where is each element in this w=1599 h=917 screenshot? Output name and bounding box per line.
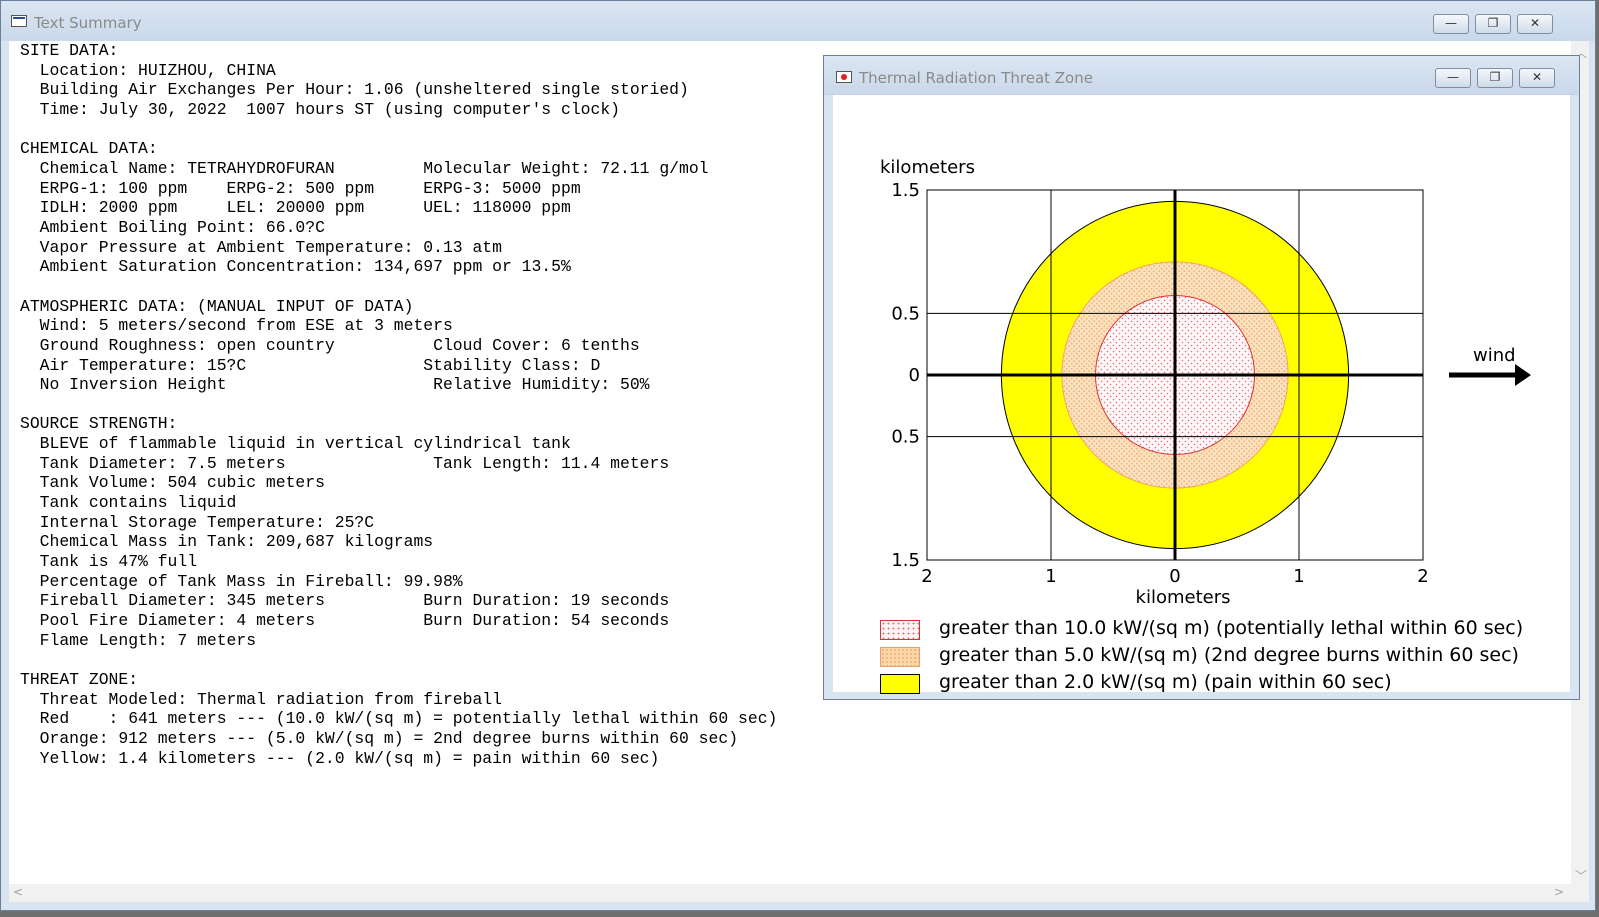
summary-line: SITE DATA: xyxy=(20,41,119,60)
threat-zone-window: Thermal Radiation Threat Zone — ❐ ✕ kilo… xyxy=(823,55,1580,700)
threat-close-button[interactable]: ✕ xyxy=(1519,68,1555,88)
title-bar[interactable]: Text Summary — ❐ ✕ xyxy=(1,1,1595,41)
summary-line: Tank Volume: 504 cubic meters xyxy=(20,473,325,493)
legend-label-red: greater than 10.0 kW/(sq m) (potentially… xyxy=(939,617,1524,639)
summary-line: Ground Roughness: open country Cloud Cov… xyxy=(20,335,640,355)
threat-zone-plot-area: kilometers kilometers 1.5 0.5 0 0.5 1.5 2 1 0 1 2 wi… xyxy=(833,95,1570,694)
summary-line: Location: HUIZHOU, CHINA xyxy=(20,60,276,80)
summary-line: Fireball Diameter: 345 meters Burn Durat… xyxy=(20,591,670,611)
summary-line: Orange: 912 meters --- (5.0 kW/(sq m) = … xyxy=(20,728,739,748)
summary-line: No Inversion Height Relative Humidity: 5… xyxy=(20,375,650,395)
scroll-left-icon[interactable]: < xyxy=(13,885,23,899)
x-tick-label: 2 xyxy=(1417,566,1428,587)
threat-zone-chart: kilometerskilometers1.50.500.51.52 1 0 1 2wi… xyxy=(880,157,1531,608)
summary-line: IDLH: 2000 ppm LEL: 20000 ppm UEL: 11800… xyxy=(20,198,571,218)
summary-line: Wind: 5 meters/second from ESE at 3 mete… xyxy=(20,316,453,336)
legend-swatch-yellow xyxy=(880,674,920,694)
x-tick-label: 1 xyxy=(1045,566,1056,587)
summary-line: Pool Fire Diameter: 4 meters Burn Durati… xyxy=(20,611,670,631)
y-tick-label: 0.5 xyxy=(891,427,920,448)
summary-line: SOURCE STRENGTH: xyxy=(20,414,178,434)
threat-minimize-button[interactable]: — xyxy=(1435,68,1471,88)
summary-line: Tank is 47% full xyxy=(20,552,198,572)
y-axis-label: kilometers xyxy=(880,157,975,178)
summary-line: Red : 641 meters --- (10.0 kW/(sq m) = p… xyxy=(20,709,778,729)
threat-window-icon xyxy=(836,71,852,83)
y-tick-label: 0.5 xyxy=(891,303,920,324)
y-tick-label: 1.5 xyxy=(891,180,920,201)
wind-arrow-icon xyxy=(1515,364,1531,386)
summary-line: THREAT ZONE: xyxy=(20,670,139,689)
summary-line: Chemical Name: TETRAHYDROFURAN Molecular… xyxy=(20,158,709,178)
legend-swatch-red xyxy=(880,620,920,640)
summary-line: Building Air Exchanges Per Hour: 1.06 (u… xyxy=(20,80,689,100)
summary-line: Tank contains liquid xyxy=(20,493,237,513)
x-axis-label: kilometers xyxy=(1136,587,1231,608)
legend-swatch-orange xyxy=(880,647,920,667)
summary-line: Yellow: 1.4 kilometers --- (2.0 kW/(sq m… xyxy=(20,748,660,768)
window-title: Text Summary xyxy=(34,14,142,32)
summary-line: Percentage of Tank Mass in Fireball: 99.… xyxy=(20,571,463,591)
horizontal-scrollbar[interactable]: < > xyxy=(9,884,1571,902)
scroll-down-icon[interactable]: ﹀ xyxy=(1575,867,1587,884)
y-tick-label: 1.5 xyxy=(891,550,920,571)
summary-line: ERPG-1: 100 ppm ERPG-2: 500 ppm ERPG-3: … xyxy=(20,178,581,198)
scroll-right-icon[interactable]: > xyxy=(1554,885,1564,899)
x-tick-label: 1 xyxy=(1293,566,1304,587)
legend-label-orange: greater than 5.0 kW/(sq m) (2nd degree b… xyxy=(939,644,1519,666)
x-tick-label: 0 xyxy=(1169,566,1180,587)
threat-maximize-button[interactable]: ❐ xyxy=(1477,68,1513,88)
summary-line: BLEVE of flammable liquid in vertical cy… xyxy=(20,434,571,454)
summary-line: Ambient Boiling Point: 66.0?C xyxy=(20,217,325,237)
summary-line: Vapor Pressure at Ambient Temperature: 0… xyxy=(20,237,502,257)
summary-text: SITE DATA: Location: HUIZHOU, CHINA Buil… xyxy=(20,41,777,768)
threat-title-bar[interactable]: Thermal Radiation Threat Zone — ❐ ✕ xyxy=(824,56,1579,95)
app-window-icon xyxy=(11,15,27,27)
resize-grip-icon[interactable] xyxy=(1571,884,1589,902)
x-tick-label: 2 xyxy=(921,566,932,587)
summary-line: Air Temperature: 15?C Stability Class: D xyxy=(20,355,601,375)
summary-line: Time: July 30, 2022 1007 hours ST (using… xyxy=(20,99,620,119)
close-button[interactable]: ✕ xyxy=(1517,14,1553,34)
summary-line: Tank Diameter: 7.5 meters Tank Length: 1… xyxy=(20,453,670,473)
maximize-button[interactable]: ❐ xyxy=(1475,14,1511,34)
minimize-button[interactable]: — xyxy=(1433,14,1469,34)
summary-line: CHEMICAL DATA: xyxy=(20,139,158,159)
summary-line: Chemical Mass in Tank: 209,687 kilograms xyxy=(20,532,434,552)
threat-window-title: Thermal Radiation Threat Zone xyxy=(859,69,1093,87)
summary-line: ATMOSPHERIC DATA: (MANUAL INPUT OF DATA) xyxy=(20,296,414,316)
wind-label: wind xyxy=(1473,345,1516,366)
summary-line: Flame Length: 7 meters xyxy=(20,630,257,650)
y-tick-label: 0 xyxy=(909,365,920,386)
summary-line: Threat Modeled: Thermal radiation from f… xyxy=(20,689,502,709)
summary-line: Ambient Saturation Concentration: 134,69… xyxy=(20,257,571,277)
summary-line: Internal Storage Temperature: 25?C xyxy=(20,512,375,532)
legend-label-yellow: greater than 2.0 kW/(sq m) (pain within … xyxy=(939,671,1392,693)
